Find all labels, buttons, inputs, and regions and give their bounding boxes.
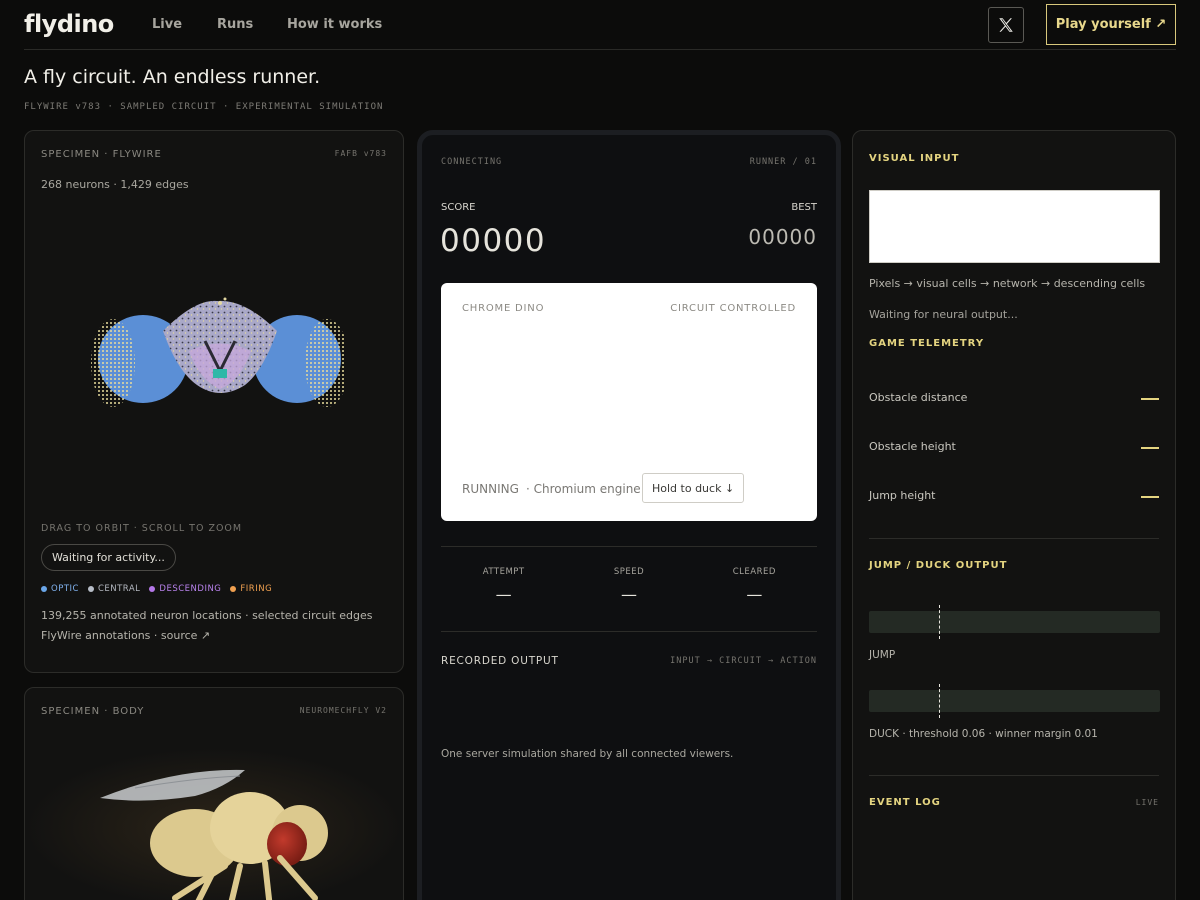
event-log-title: EVENT LOG <box>869 797 941 808</box>
specimen-flywire-title: SPECIMEN · FLYWIRE <box>41 149 162 160</box>
hold-to-duck-button[interactable]: Hold to duck ↓ <box>642 473 745 503</box>
game-right-label: CIRCUIT CONTROLLED <box>670 303 796 314</box>
jump-label: JUMP <box>869 649 896 661</box>
brain-3d-viewer[interactable] <box>85 281 345 421</box>
legend-firing: FIRING <box>230 584 272 594</box>
runner-panel: CONNECTING RUNNER / 01 SCORE BEST 00000 … <box>417 130 841 900</box>
orbit-hint: DRAG TO ORBIT · SCROLL TO ZOOM <box>41 523 243 534</box>
game-telemetry-title: GAME TELEMETRY <box>869 338 985 349</box>
game-left-label: CHROME DINO <box>462 303 545 314</box>
stat-attempt: ATTEMPT — <box>482 567 525 604</box>
game-state: RUNNING <box>462 482 519 496</box>
specimen-body-title: SPECIMEN · BODY <box>41 706 145 717</box>
shared-simulation-note: One server simulation shared by all conn… <box>441 748 734 760</box>
neuron-stats: 268 neurons · 1,429 edges <box>41 178 189 191</box>
event-log-live-tag: LIVE <box>1135 798 1159 807</box>
x-logo-icon <box>999 18 1013 32</box>
jump-output-bar <box>869 605 1160 639</box>
legend-central: CENTRAL <box>87 584 140 594</box>
neural-output-status: Waiting for neural output... <box>869 308 1018 321</box>
chrome-dino-game[interactable]: CHROME DINO CIRCUIT CONTROLLED RUNNING ·… <box>441 283 817 521</box>
neuron-legend: OPTIC CENTRAL DESCENDING FIRING <box>41 584 272 594</box>
legend-descending: DESCENDING <box>149 584 221 594</box>
nav-link-runs[interactable]: Runs <box>217 17 253 32</box>
jump-duck-output-title: JUMP / DUCK OUTPUT <box>869 560 1008 571</box>
visual-input-preview <box>869 190 1160 263</box>
activity-status-pill: Waiting for activity... <box>41 544 176 571</box>
runner-divider-top <box>441 546 817 547</box>
runner-divider-bottom <box>441 631 817 632</box>
specimen-body-tag: NEUROMECHFLY V2 <box>299 706 387 715</box>
connection-status: CONNECTING <box>441 157 503 167</box>
specimen-flywire-tag: FAFB v783 <box>334 149 387 158</box>
logo[interactable]: flydino <box>24 10 114 38</box>
page-title: A fly circuit. An endless runner. <box>24 66 321 88</box>
best-label: BEST <box>791 202 817 213</box>
best-value: 00000 <box>748 225 817 249</box>
right-divider-1 <box>869 538 1159 539</box>
nav-link-how-it-works[interactable]: How it works <box>287 17 382 32</box>
x-social-button[interactable] <box>988 7 1024 43</box>
duck-output-bar <box>869 684 1160 718</box>
right-divider-2 <box>869 775 1159 776</box>
duck-label: DUCK · threshold 0.06 · winner margin 0.… <box>869 728 1098 740</box>
telemetry-obstacle-distance: Obstacle distance <box>869 391 1159 407</box>
page-subtitle: FLYWIRE v783 · SAMPLED CIRCUIT · EXPERIM… <box>24 102 384 112</box>
recorded-output-title: RECORDED OUTPUT <box>441 655 559 667</box>
runner-tag: RUNNER / 01 <box>749 157 817 167</box>
fly-body-3d-viewer[interactable] <box>25 748 403 900</box>
score-label: SCORE <box>441 202 476 213</box>
legend-optic: OPTIC <box>41 584 79 594</box>
annotation-footnote: 139,255 annotated neuron locations · sel… <box>41 609 373 622</box>
score-value: 00000 <box>440 223 547 259</box>
play-yourself-button[interactable]: Play yourself ↗ <box>1046 4 1176 45</box>
right-panel: VISUAL INPUT Pixels → visual cells → net… <box>852 130 1176 900</box>
flywire-source-link[interactable]: FlyWire annotations · source ↗ <box>41 629 210 642</box>
telemetry-obstacle-height: Obstacle height <box>869 440 1159 456</box>
nav-link-live[interactable]: Live <box>152 17 182 32</box>
visual-input-title: VISUAL INPUT <box>869 153 960 164</box>
visual-pipeline: Pixels → visual cells → network → descen… <box>869 277 1146 290</box>
telemetry-jump-height: Jump height <box>869 489 1159 505</box>
run-stats: ATTEMPT — SPEED — CLEARED — <box>441 567 817 604</box>
specimen-flywire-panel: SPECIMEN · FLYWIRE FAFB v783 268 neurons… <box>24 130 404 673</box>
recorded-output-flow: INPUT → CIRCUIT → ACTION <box>670 656 817 666</box>
game-engine: · Chromium engine <box>526 482 641 496</box>
top-nav: flydino Live Runs How it works Play your… <box>24 0 1176 50</box>
stat-cleared: CLEARED — <box>732 567 776 604</box>
specimen-body-panel: SPECIMEN · BODY NEUROMECHFLY V2 <box>24 687 404 900</box>
stat-speed: SPEED — <box>613 567 645 604</box>
